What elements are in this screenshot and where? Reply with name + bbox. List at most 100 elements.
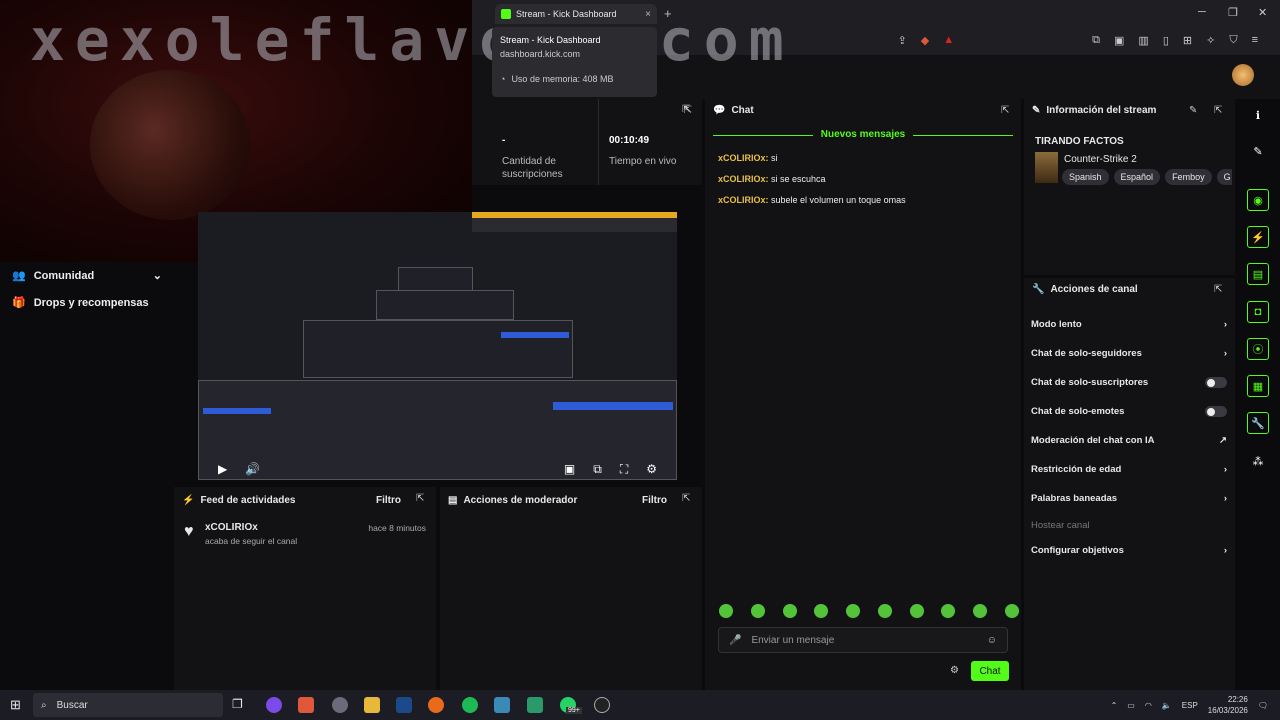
tab-close-icon[interactable]: × [645,9,651,20]
share-icon[interactable]: ⇪ [898,34,907,47]
emote-icon[interactable] [719,604,733,618]
pencil-icon[interactable]: ✎ [1247,140,1269,162]
emote-icon[interactable] [782,604,797,618]
vpn-icon[interactable]: ⛉ [1229,34,1237,47]
emote-icon[interactable] [846,604,861,618]
emoji-icon[interactable]: ☺ [987,635,997,646]
volume-icon[interactable]: 🔈 [1162,701,1172,710]
action-followers-only[interactable]: Chat de solo-seguidores › [1031,348,1227,359]
layout-icon[interactable]: ▦ [1247,375,1269,397]
action-goals[interactable]: Configurar objetivos › [1031,545,1227,556]
emote-icon[interactable] [814,604,829,618]
sidebar-item-comunidad[interactable]: 👥 Comunidad ⌄ [12,269,162,283]
split-view-icon[interactable]: ⊞ [1183,34,1192,47]
rewards-icon[interactable]: ▲ [943,34,954,46]
emote-icon[interactable] [909,604,924,618]
emotes-only-toggle[interactable] [1205,406,1227,417]
chat-settings-icon[interactable]: ⚙ [950,665,959,676]
expand-icon[interactable]: ⇱ [1214,105,1222,116]
stream-preview[interactable] [198,212,677,480]
info-icon[interactable]: ℹ [1247,104,1269,126]
expand-icon[interactable]: ⇱ [416,493,424,504]
action-banned-words[interactable]: Palabras baneadas › [1031,493,1227,504]
language-indicator[interactable]: ESP [1182,701,1198,710]
bolt-icon[interactable]: ⚡ [1247,226,1269,248]
send-chat-button[interactable]: Chat [971,661,1009,681]
extensions-icon[interactable]: ⧉ [1092,34,1100,47]
chevron-up-icon[interactable]: ⌃ [1111,701,1118,710]
wrench-icon[interactable]: 🔧 [1247,412,1269,434]
camera-icon[interactable]: ◉ [1247,189,1269,211]
tag[interactable]: Spanish [1062,169,1109,185]
fullscreen-icon[interactable]: ⛶ [620,462,628,477]
microphone-icon[interactable]: 🎤 [729,635,741,646]
emote-icon[interactable] [1004,604,1019,618]
action-ai-moderation[interactable]: Moderación del chat con IA ↗ [1031,435,1227,446]
app-icon[interactable] [494,697,510,713]
tag[interactable]: Femboy [1165,169,1212,185]
nested-screen [376,290,514,320]
filter-button[interactable]: Filtro [376,495,401,506]
event-user[interactable]: xCOLIRIOx [205,522,258,533]
browser-tab[interactable]: Stream - Kick Dashboard × [495,4,657,24]
category-name[interactable]: Counter-Strike 2 [1064,154,1137,165]
leo-icon[interactable]: ✧ [1206,34,1215,47]
apps-icon[interactable]: ⁂ [1247,450,1269,472]
minimize-button[interactable]: ─ [1198,6,1206,18]
pip-icon[interactable]: ▣ [564,462,575,476]
discord-icon[interactable] [266,697,282,713]
chat-username[interactable]: xCOLIRIOx: [718,174,769,184]
steam-icon[interactable] [396,697,412,713]
volume-icon[interactable]: 🔊 [245,462,260,476]
emote-icon[interactable] [973,604,988,618]
tag[interactable]: Español [1113,169,1161,185]
task-view-icon[interactable]: ❐ [232,697,248,713]
emote-icon[interactable] [750,604,765,618]
expand-icon[interactable]: ⇱ [682,104,690,115]
screenshot-icon[interactable]: ▣ [1114,34,1124,47]
folder-icon[interactable] [364,697,380,713]
play-icon[interactable]: ▶ [218,462,227,476]
bookmarks-icon[interactable]: ▯ [1163,34,1169,47]
settings-icon[interactable]: ⚙ [646,462,657,476]
avatar[interactable] [1232,64,1254,86]
broadcast-icon[interactable]: ⦿ [1247,338,1269,360]
sidebar-icon[interactable]: ▥ [1138,34,1148,47]
emote-icon[interactable] [877,604,892,618]
filter-button[interactable]: Filtro [642,495,667,506]
new-tab-button[interactable]: + [664,6,672,21]
taskbar-search[interactable]: ⌕ Buscar [33,693,223,717]
expand-icon[interactable]: ⇱ [1214,284,1222,295]
expand-icon[interactable]: ⇱ [682,493,690,504]
subs-only-toggle[interactable] [1205,377,1227,388]
app-icon[interactable] [332,697,348,713]
obs-icon[interactable] [594,697,610,713]
document-icon[interactable]: ▤ [1247,263,1269,285]
windows-start-icon[interactable]: ⊞ [10,697,21,713]
chat-username[interactable]: xCOLIRIOx: [718,195,769,205]
maximize-button[interactable]: ❐ [1228,6,1238,19]
firefox-icon[interactable] [428,697,444,713]
menu-icon[interactable]: ≡ [1252,34,1258,46]
app-icon[interactable] [527,697,543,713]
wifi-icon[interactable]: ◠ [1145,701,1152,710]
notifications-icon[interactable]: 🗨 [1258,701,1268,710]
chat-icon[interactable]: ◘ [1247,301,1269,323]
brave-icon[interactable] [298,697,314,713]
brave-shield-icon[interactable]: ◆ [921,34,929,47]
edit-icon[interactable]: ✎ [1189,105,1197,116]
close-window-button[interactable]: ✕ [1258,6,1267,19]
sidebar-item-drops[interactable]: 🎁 Drops y recompensas [12,296,149,310]
new-messages-divider[interactable]: Nuevos mensajes [713,129,1013,140]
action-age-restriction[interactable]: Restricción de edad › [1031,464,1227,475]
clock[interactable]: 22:26 16/03/2026 [1208,694,1248,716]
network-icon[interactable]: ▭ [1127,701,1135,710]
chat-username[interactable]: xCOLIRIOx: [718,153,769,163]
action-slow-mode[interactable]: Modo lento › [1031,319,1227,330]
chat-input[interactable]: 🎤 Enviar un mensaje ☺ [718,627,1008,653]
emote-icon[interactable] [941,604,956,618]
clip-icon[interactable]: ⧉ [593,462,602,477]
spotify-icon[interactable] [462,697,478,713]
tag[interactable]: G [1216,169,1232,185]
expand-icon[interactable]: ⇱ [1001,105,1009,116]
